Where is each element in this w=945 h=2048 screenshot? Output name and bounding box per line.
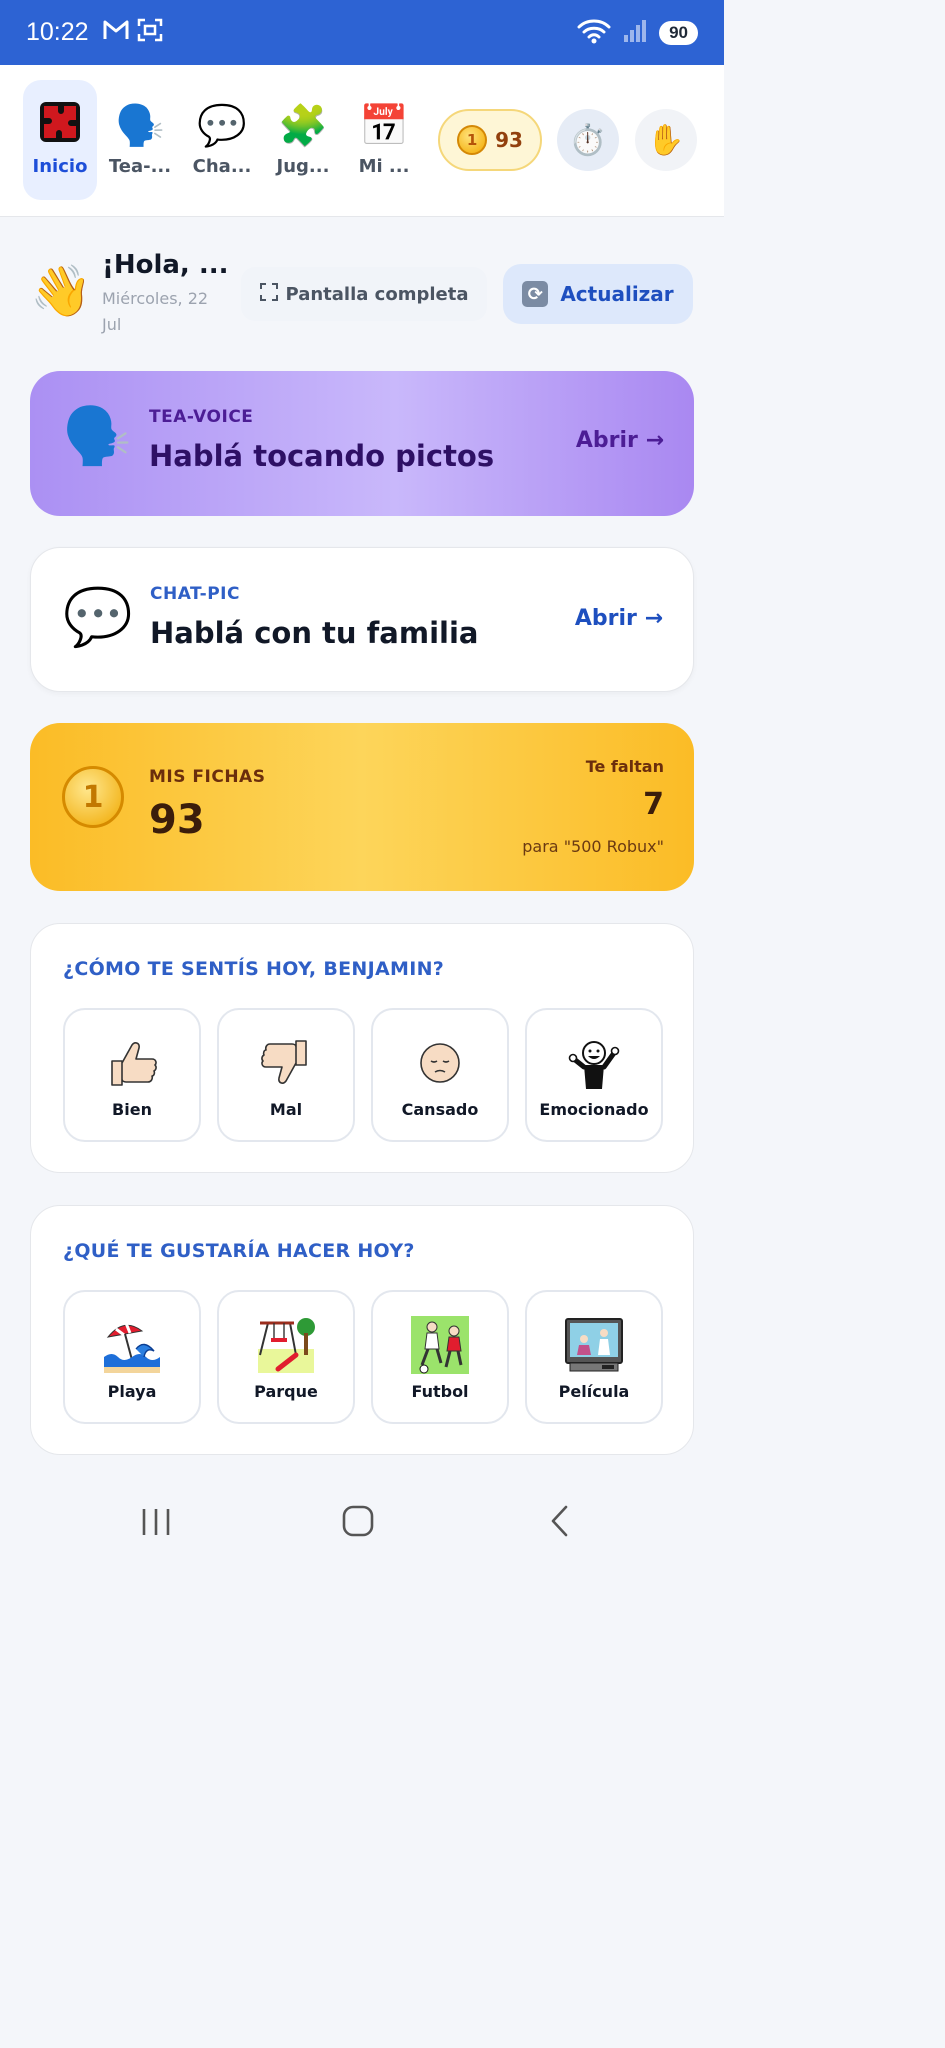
tile-label: Futbol	[411, 1382, 469, 1401]
home-button[interactable]	[342, 1505, 374, 1537]
card-kicker: MIS FICHAS	[149, 767, 266, 787]
tired-face-icon	[409, 1032, 471, 1094]
soccer-players-icon	[409, 1314, 471, 1376]
chat-open-link[interactable]: Abrir →	[575, 606, 663, 631]
nav-item-chat[interactable]: 💬 Cha...	[185, 80, 259, 200]
card-title: Hablá tocando pictos	[149, 439, 495, 473]
speech-bubble-icon: 💬	[63, 585, 133, 650]
tea-open-link[interactable]: Abrir →	[576, 428, 664, 453]
refresh-label: Actualizar	[560, 282, 674, 306]
activity-parque[interactable]: Parque	[217, 1290, 355, 1424]
excited-person-icon	[563, 1032, 625, 1094]
fullscreen-icon	[259, 282, 278, 306]
activity-futbol[interactable]: Futbol	[371, 1290, 509, 1424]
coin-balance-pill[interactable]: 1 93	[438, 109, 542, 171]
nav-label: Inicio	[32, 156, 88, 177]
coin-icon: 1	[457, 125, 488, 155]
refresh-button[interactable]: ⟳ Actualizar	[503, 264, 693, 324]
fullscreen-button[interactable]: Pantalla completa	[241, 267, 487, 321]
nav-item-juegos[interactable]: 🧩 Jug...	[266, 80, 340, 200]
nav-item-mi[interactable]: 📅 Mi ...	[347, 80, 421, 200]
tile-label: Bien	[112, 1100, 152, 1119]
coin-balance: 93	[495, 128, 523, 152]
speaking-head-icon: 🗣️	[115, 103, 165, 149]
thumbs-down-icon	[255, 1032, 317, 1094]
remaining-label: Te faltan	[585, 757, 664, 776]
feeling-mal[interactable]: Mal	[217, 1008, 355, 1142]
status-bar: 10:22 90	[0, 0, 724, 65]
puzzle-piece-icon: 🧩	[278, 103, 328, 149]
section-title: ¿CÓMO TE SENTÍS HOY, BENJAMIN?	[63, 958, 445, 980]
waving-hand-icon: 👋	[30, 262, 93, 320]
nav-item-tea[interactable]: 🗣️ Tea-...	[103, 80, 177, 200]
activity-playa[interactable]: Playa	[63, 1290, 201, 1424]
feeling-emocionado[interactable]: Emocionado	[525, 1008, 663, 1142]
goal-label: para "500 Robux"	[522, 837, 664, 856]
feelings-section: ¿CÓMO TE SENTÍS HOY, BENJAMIN? Bien Mal …	[30, 923, 694, 1173]
activity-pelicula[interactable]: Película	[525, 1290, 663, 1424]
section-title: ¿QUÉ TE GUSTARÍA HACER HOY?	[63, 1240, 415, 1262]
feeling-cansado[interactable]: Cansado	[371, 1008, 509, 1142]
beach-umbrella-icon	[101, 1314, 163, 1376]
speech-bubble-icon: 💬	[197, 103, 247, 149]
coins-card: 1 MIS FICHAS 93 Te faltan 7 para "500 Ro…	[30, 723, 694, 891]
activities-section: ¿QUÉ TE GUSTARÍA HACER HOY? Playa Parque…	[30, 1205, 694, 1455]
top-nav: Inicio 🗣️ Tea-... 💬 Cha... 🧩 Jug... 📅 Mi…	[0, 65, 724, 217]
signal-icon	[623, 19, 647, 47]
tile-label: Emocionado	[539, 1100, 649, 1119]
remaining-value: 7	[643, 787, 664, 822]
help-button[interactable]: ✋	[635, 109, 697, 171]
recent-apps-button[interactable]	[140, 1506, 172, 1538]
nav-label: Jug...	[276, 156, 330, 177]
tea-voice-card[interactable]: 🗣️ TEA-VOICE Hablá tocando pictos Abrir …	[30, 371, 694, 516]
card-kicker: CHAT-PIC	[150, 584, 240, 604]
tile-label: Mal	[269, 1100, 303, 1119]
puzzle-app-icon	[38, 100, 82, 152]
system-nav-bar	[0, 1478, 724, 1568]
raised-hand-icon: ✋	[647, 122, 685, 158]
gmail-icon	[103, 19, 129, 47]
tv-movie-icon	[563, 1314, 625, 1376]
tile-label: Playa	[107, 1382, 157, 1401]
refresh-icon: ⟳	[522, 281, 549, 307]
screenshot-icon	[137, 18, 163, 48]
fullscreen-label: Pantalla completa	[285, 283, 469, 305]
calendar-icon: 📅	[359, 103, 409, 149]
battery-indicator: 90	[659, 20, 698, 45]
coin-total: 93	[149, 797, 205, 843]
tile-label: Parque	[254, 1382, 318, 1401]
card-title: Hablá con tu familia	[150, 616, 479, 650]
chat-pic-card[interactable]: 💬 CHAT-PIC Hablá con tu familia Abrir →	[30, 547, 694, 692]
park-playground-icon	[255, 1314, 317, 1376]
nav-item-inicio[interactable]: Inicio	[23, 80, 97, 200]
nav-label: Mi ...	[358, 156, 410, 177]
timer-button[interactable]: ⏱️	[557, 109, 619, 171]
wifi-icon	[577, 18, 611, 48]
speaking-head-icon: 🗣️	[62, 404, 132, 469]
tile-label: Cansado	[401, 1100, 479, 1119]
feeling-bien[interactable]: Bien	[63, 1008, 201, 1142]
back-button[interactable]	[548, 1505, 572, 1537]
stopwatch-icon: ⏱️	[569, 122, 607, 158]
status-time: 10:22	[26, 18, 89, 46]
nav-label: Cha...	[192, 156, 252, 177]
nav-label: Tea-...	[108, 156, 172, 177]
coin-icon: 1	[62, 766, 124, 828]
greeting-title: ¡Hola, ...	[102, 250, 229, 280]
thumbs-up-icon	[101, 1032, 163, 1094]
greeting-date: Miércoles, 22 Jul	[102, 289, 209, 334]
card-kicker: TEA-VOICE	[149, 407, 254, 427]
tile-label: Película	[558, 1382, 630, 1401]
